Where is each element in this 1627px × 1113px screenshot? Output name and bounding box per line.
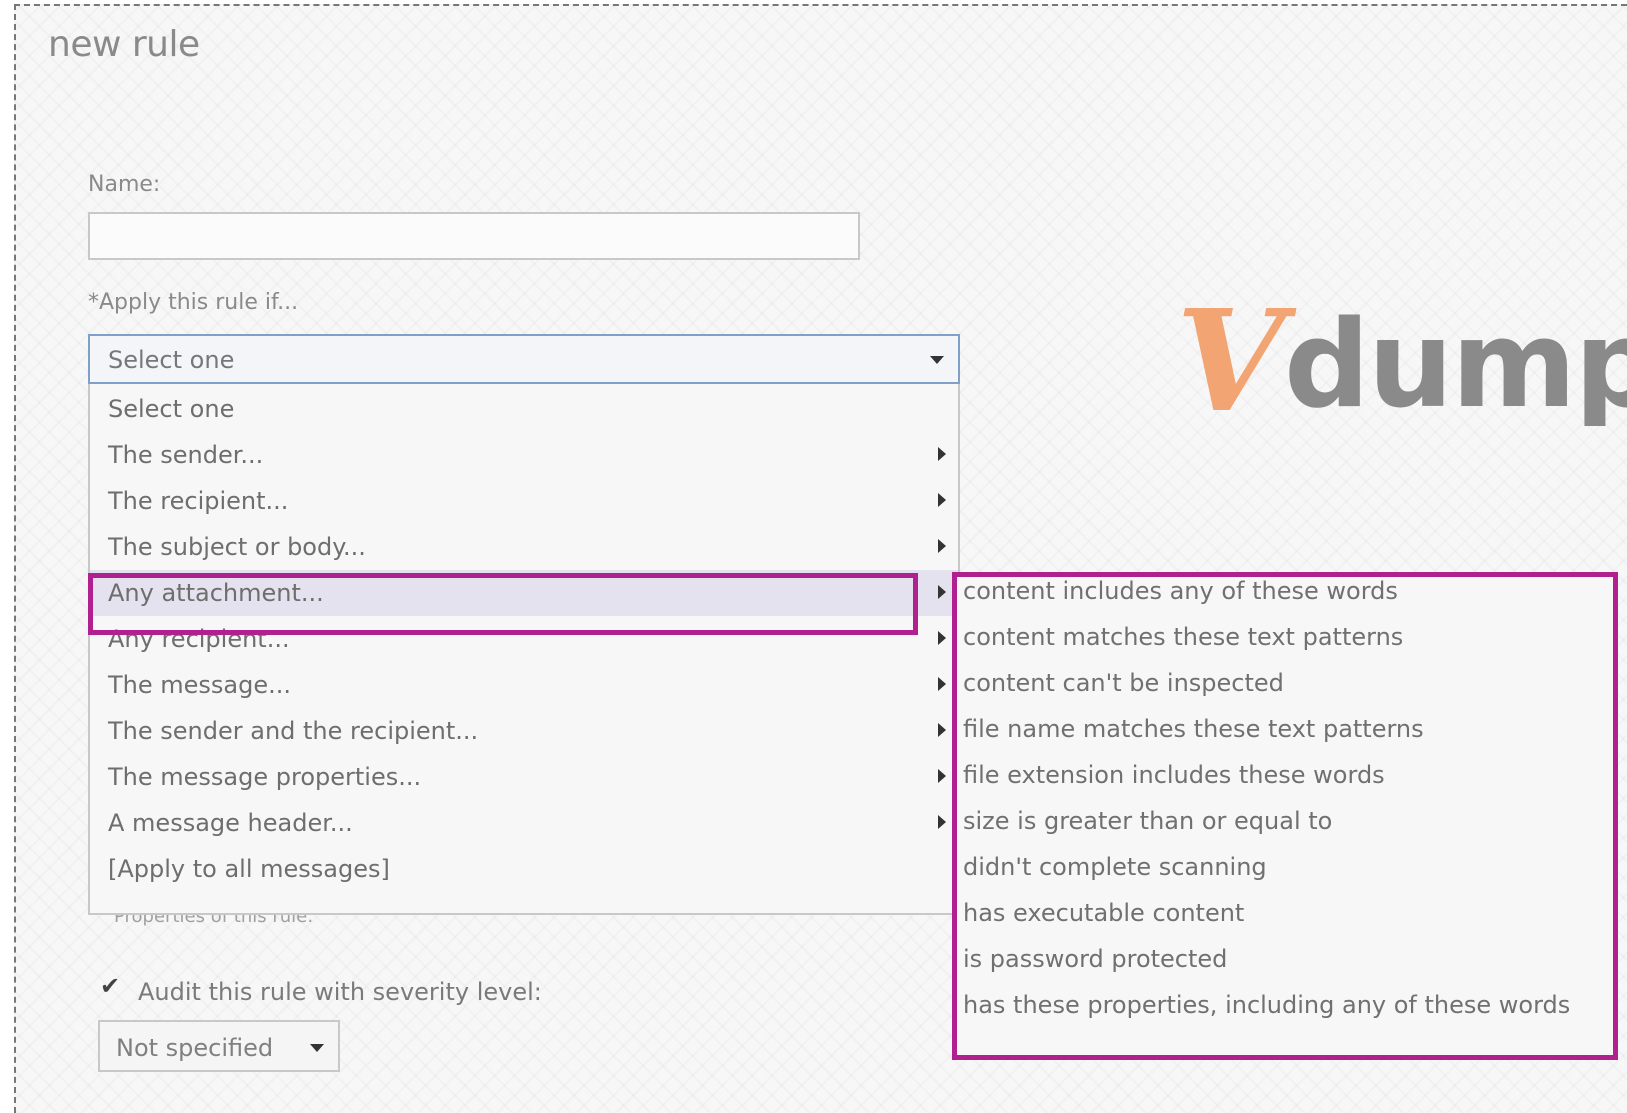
menu-item-label: The recipient... <box>108 487 289 515</box>
submenu-item[interactable]: content includes any of these words <box>963 577 1398 605</box>
attachment-submenu: content includes any of these words cont… <box>952 572 1618 1060</box>
chevron-right-icon <box>938 769 946 783</box>
name-label: Name: <box>88 172 161 197</box>
menu-item-label: The message... <box>108 671 292 699</box>
menu-item-message-header[interactable]: A message header... <box>90 800 958 846</box>
condition-dropdown-menu: Select one The sender... The recipient..… <box>88 384 960 915</box>
chevron-right-icon <box>938 493 946 507</box>
submenu-item[interactable]: didn't complete scanning <box>963 853 1267 881</box>
audit-label: Audit this rule with severity level: <box>138 978 542 1006</box>
menu-item-recipient[interactable]: The recipient... <box>90 478 958 524</box>
chevron-down-icon <box>310 1044 324 1052</box>
menu-item-any-attachment[interactable]: Any attachment... <box>90 570 958 616</box>
submenu-item[interactable]: file name matches these text patterns <box>963 715 1424 743</box>
submenu-item[interactable]: has executable content <box>963 899 1244 927</box>
logo-text: dump <box>1284 296 1627 426</box>
menu-item-label: Any attachment... <box>108 579 324 607</box>
menu-item-select-one[interactable]: Select one <box>90 386 958 432</box>
chevron-right-icon <box>938 539 946 553</box>
submenu-item[interactable]: file extension includes these words <box>963 761 1385 789</box>
name-input[interactable] <box>88 212 860 260</box>
submenu-item[interactable]: size is greater than or equal to <box>963 807 1332 835</box>
logo-mark: V <box>1176 296 1285 426</box>
watermark-logo: V dump <box>1176 296 1627 426</box>
submenu-item[interactable]: is password protected <box>963 945 1227 973</box>
condition-select-value: Select one <box>108 346 235 374</box>
menu-item-label: [Apply to all messages] <box>108 855 390 883</box>
menu-item-message[interactable]: The message... <box>90 662 958 708</box>
menu-item-sender[interactable]: The sender... <box>90 432 958 478</box>
menu-item-label: Select one <box>108 395 235 423</box>
chevron-right-icon <box>938 585 946 599</box>
menu-item-label: The message properties... <box>108 763 422 791</box>
submenu-item[interactable]: has these properties, including any of t… <box>963 991 1570 1019</box>
menu-item-any-recipient[interactable]: Any recipient... <box>90 616 958 662</box>
menu-item-label: Any recipient... <box>108 625 290 653</box>
menu-item-label: A message header... <box>108 809 353 837</box>
menu-item-apply-to-all[interactable]: [Apply to all messages] <box>90 846 958 892</box>
chevron-right-icon <box>938 447 946 461</box>
menu-item-message-properties[interactable]: The message properties... <box>90 754 958 800</box>
menu-item-label: The sender and the recipient... <box>108 717 479 745</box>
severity-select[interactable]: Not specified <box>98 1020 340 1072</box>
menu-item-subject-or-body[interactable]: The subject or body... <box>90 524 958 570</box>
dialog-title: new rule <box>48 24 200 65</box>
menu-item-sender-and-recipient[interactable]: The sender and the recipient... <box>90 708 958 754</box>
condition-select[interactable]: Select one <box>88 334 960 384</box>
chevron-right-icon <box>938 677 946 691</box>
severity-select-value: Not specified <box>116 1034 274 1062</box>
menu-item-label: The sender... <box>108 441 264 469</box>
chevron-down-icon <box>930 356 944 364</box>
chevron-right-icon <box>938 815 946 829</box>
apply-rule-label: *Apply this rule if... <box>88 290 299 315</box>
chevron-right-icon <box>938 631 946 645</box>
chevron-right-icon <box>938 723 946 737</box>
audit-checkbox[interactable]: ✔ <box>100 974 124 998</box>
submenu-item[interactable]: content matches these text patterns <box>963 623 1403 651</box>
submenu-item[interactable]: content can't be inspected <box>963 669 1284 697</box>
menu-item-label: The subject or body... <box>108 533 366 561</box>
